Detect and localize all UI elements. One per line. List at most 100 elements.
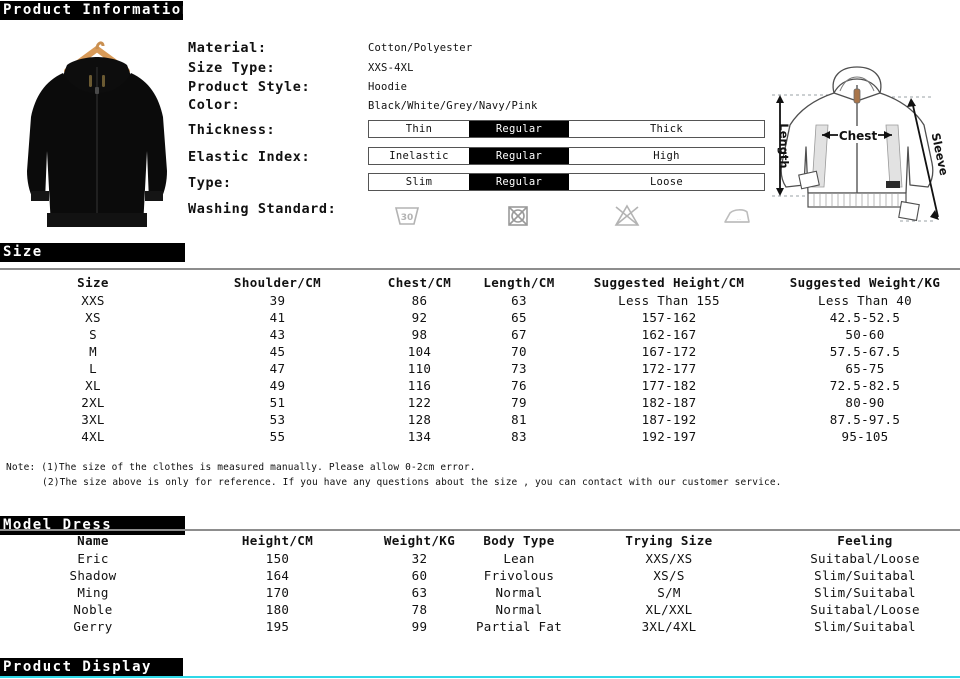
table-cell: XL <box>85 378 101 393</box>
table-cell: 157-162 <box>641 310 697 325</box>
table-cell: Slim/Suitabal <box>814 585 916 600</box>
spec-label-product-style: Product Style: <box>188 79 311 95</box>
table-cell: 92 <box>411 310 428 325</box>
table-cell: 128 <box>407 412 432 427</box>
table-cell: 63 <box>511 293 527 308</box>
table-cell: 4XL <box>81 429 105 444</box>
table-row: Gerry 195 99 Partial Fat 3XL/4XL Slim/Suitaba… <box>0 618 960 635</box>
table-cell: 51 <box>269 395 286 410</box>
spec-value-size-type: XXS-4XL <box>368 62 414 74</box>
table-cell: 65 <box>511 310 527 325</box>
table-cell: 32 <box>411 551 428 566</box>
selector-type-option-slim[interactable]: Slim <box>369 174 469 190</box>
table-row: L 47 110 73 172-177 65-75 <box>0 360 960 377</box>
selector-thickness-option-thick[interactable]: Thick <box>569 121 764 137</box>
table-row: M 45 104 70 167-172 57.5-67.5 <box>0 343 960 360</box>
selector-type-option-regular[interactable]: Regular <box>469 174 569 190</box>
table-row: Shadow 164 60 Frivolous XS/S Slim/Suitabal <box>0 567 960 584</box>
table-cell: 3XL <box>81 412 105 427</box>
table-cell: 87.5-97.5 <box>829 412 901 427</box>
table-cell: 42.5-52.5 <box>829 310 901 325</box>
size-table-header-shoulder: Shoulder/CM <box>233 275 322 290</box>
size-table-header-length: Length/CM <box>483 275 555 290</box>
size-note-line-2: (2)The size above is only for reference.… <box>42 477 782 488</box>
table-cell: XL/XXL <box>645 602 693 617</box>
wash-30-degrees-icon: 30 <box>390 200 424 230</box>
table-cell: 150 <box>265 551 290 566</box>
table-cell: 80-90 <box>845 395 885 410</box>
spec-label-washing-standard: Washing Standard: <box>188 201 337 217</box>
table-cell: Normal <box>495 585 543 600</box>
model-table-header-row: Name Height/CM Weight/KG Body Type Tryin… <box>0 532 960 550</box>
size-table: Size Shoulder/CM Chest/CM Length/CM Sugg… <box>0 274 960 445</box>
table-cell: 45 <box>269 344 286 359</box>
product-display-accent-rule <box>0 676 960 678</box>
size-table-header-row: Size Shoulder/CM Chest/CM Length/CM Sugg… <box>0 274 960 292</box>
diagram-label-length: Length <box>777 123 791 168</box>
size-note: Note: (1)The size of the clothes is meas… <box>6 460 906 490</box>
selector-elastic-option-high[interactable]: High <box>569 148 764 164</box>
spec-value-color: Black/White/Grey/Navy/Pink <box>368 100 538 112</box>
table-cell: 73 <box>511 361 527 376</box>
iron-icon: ... <box>720 200 754 230</box>
table-cell: XXS/XS <box>645 551 693 566</box>
table-cell: 195 <box>265 619 290 634</box>
table-row: 2XL 51 122 79 182-187 80-90 <box>0 394 960 411</box>
hoodie-measurement-diagram: Chest Length Sleeve <box>760 55 956 233</box>
do-not-bleach-icon <box>611 200 645 230</box>
table-cell: 83 <box>511 429 527 444</box>
table-cell: 122 <box>407 395 432 410</box>
table-cell: S <box>89 327 97 342</box>
selector-elastic-option-inelastic[interactable]: Inelastic <box>369 148 469 164</box>
table-cell: 134 <box>407 429 432 444</box>
table-cell: 39 <box>269 293 286 308</box>
section-banner-product-information: Product Information <box>0 1 190 20</box>
spec-value-material: Cotton/Polyester <box>368 42 473 54</box>
table-cell: Suitabal/Loose <box>810 602 920 617</box>
spec-label-type: Type: <box>188 175 232 191</box>
table-cell: 49 <box>269 378 286 393</box>
selector-thickness-option-thin[interactable]: Thin <box>369 121 469 137</box>
table-row: 4XL 55 134 83 192-197 95-105 <box>0 428 960 445</box>
size-table-header-chest: Chest/CM <box>387 275 452 290</box>
table-cell: 3XL/4XL <box>641 619 697 634</box>
selector-thickness-option-regular[interactable]: Regular <box>469 121 569 137</box>
table-cell: Normal <box>495 602 543 617</box>
table-cell: 65-75 <box>845 361 885 376</box>
table-cell: 43 <box>269 327 286 342</box>
selector-thickness[interactable]: Thin Regular Thick <box>368 120 765 138</box>
table-row: S 43 98 67 162-167 50-60 <box>0 326 960 343</box>
table-cell: L <box>89 361 97 376</box>
selector-elastic-index[interactable]: Inelastic Regular High <box>368 147 765 165</box>
product-photo <box>11 31 183 229</box>
table-cell: 162-167 <box>641 327 697 342</box>
table-cell: 78 <box>411 602 428 617</box>
section-banner-product-display: Product Display <box>0 658 183 677</box>
table-cell: 170 <box>265 585 290 600</box>
model-table-header-trying-size: Trying Size <box>625 533 713 548</box>
table-cell: 99 <box>411 619 428 634</box>
selector-type-option-loose[interactable]: Loose <box>569 174 764 190</box>
table-cell: 79 <box>511 395 527 410</box>
table-cell: 172-177 <box>641 361 697 376</box>
table-cell: Lean <box>503 551 535 566</box>
table-row: Noble 180 78 Normal XL/XXL Suitabal/Loose <box>0 601 960 618</box>
selector-type[interactable]: Slim Regular Loose <box>368 173 765 191</box>
do-not-tumble-dry-icon <box>502 200 536 230</box>
table-row: XS 41 92 65 157-162 42.5-52.5 <box>0 309 960 326</box>
size-table-header-weight: Suggested Weight/KG <box>789 275 941 290</box>
table-cell: 110 <box>407 361 432 376</box>
selector-elastic-option-regular[interactable]: Regular <box>469 148 569 164</box>
table-row: Eric 150 32 Lean XXS/XS Suitabal/Loose <box>0 550 960 567</box>
size-section-divider <box>0 268 960 270</box>
table-cell: 47 <box>269 361 286 376</box>
table-cell: 55 <box>269 429 286 444</box>
model-table-header-weight: Weight/KG <box>383 533 456 548</box>
model-table-header-name: Name <box>77 533 109 548</box>
table-row: 3XL 53 128 81 187-192 87.5-97.5 <box>0 411 960 428</box>
table-cell: 72.5-82.5 <box>829 378 901 393</box>
table-cell: Ming <box>77 585 109 600</box>
table-cell: 67 <box>511 327 527 342</box>
table-cell: 177-182 <box>641 378 697 393</box>
table-cell: 104 <box>407 344 432 359</box>
